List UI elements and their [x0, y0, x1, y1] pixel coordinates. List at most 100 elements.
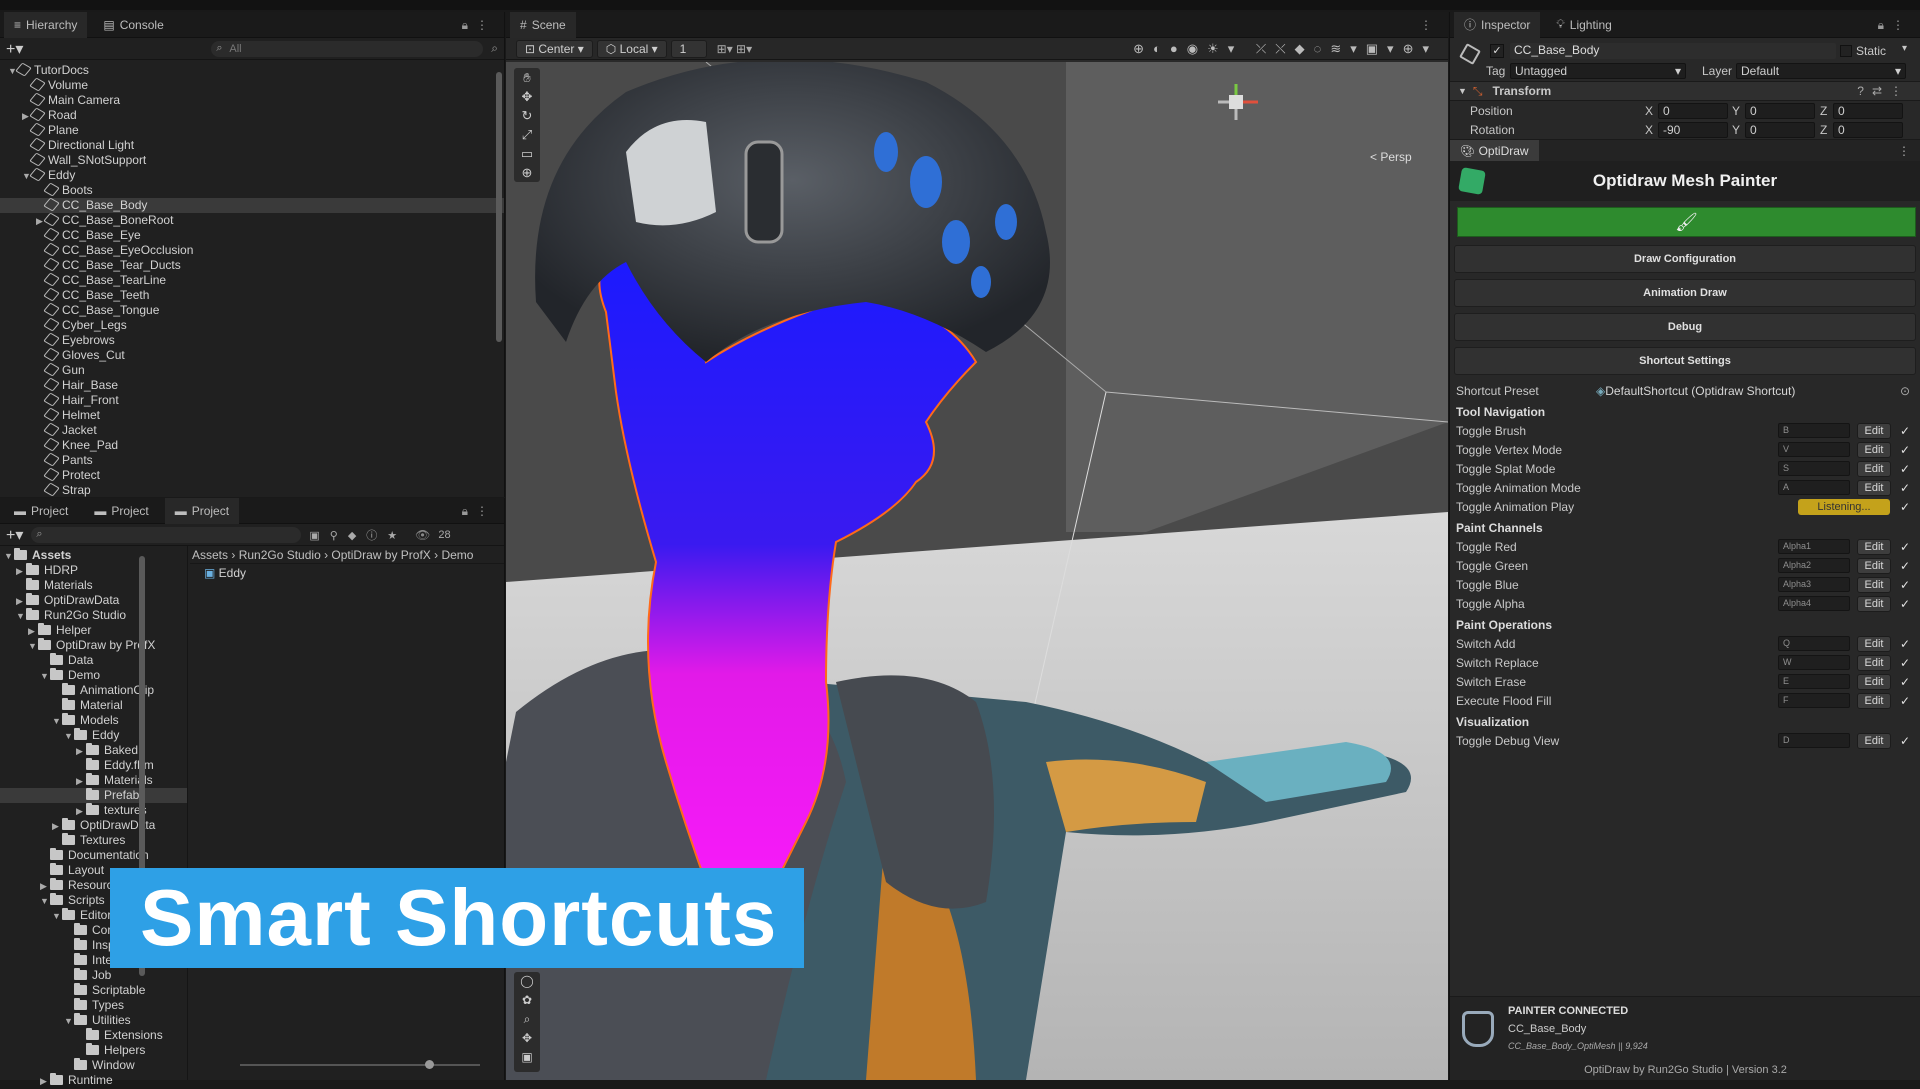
scale-tool-icon[interactable]: ⤢ [514, 125, 540, 144]
shortcut-settings-foldout[interactable]: Shortcut Settings [1454, 347, 1916, 375]
project-folder-item[interactable]: ▼ Models [0, 713, 187, 728]
enabled-check-icon[interactable]: ✓ [1900, 462, 1910, 476]
project-folder-item[interactable]: ▶ OptiDrawData [0, 593, 187, 608]
rotation-z-field[interactable]: 0 [1833, 121, 1903, 138]
hierarchy-item[interactable]: CC_Base_TearLine [0, 272, 504, 288]
project-folder-item[interactable]: ▶ Helper [0, 623, 187, 638]
tab-scene[interactable]: # Scene [510, 11, 576, 38]
hierarchy-item[interactable]: ▼ Eddy [0, 167, 504, 183]
pan-tool-icon[interactable]: ✥ [514, 1029, 540, 1048]
project-folder-item[interactable]: ▶ textures [0, 803, 187, 818]
tab-project-3[interactable]: ▬ Project [164, 497, 240, 524]
hierarchy-item[interactable]: ▼ TutorDocs [0, 62, 504, 78]
hierarchy-item[interactable]: Plane [0, 122, 504, 138]
hierarchy-item[interactable]: Eyebrows [0, 332, 504, 348]
scene-menu-icon[interactable]: ⋮ [1420, 18, 1440, 32]
hierarchy-item[interactable]: Hair_Base [0, 377, 504, 393]
collapsed-arrow-icon[interactable]: ▶ [16, 594, 26, 609]
project-folder-item[interactable]: Helpers [0, 1043, 187, 1058]
tab-inspector[interactable]: ⓘ Inspector [1454, 11, 1541, 38]
collapsed-arrow-icon[interactable]: ▶ [52, 819, 62, 834]
draw-configuration-foldout[interactable]: Draw Configuration [1454, 245, 1916, 273]
project-folder-item[interactable]: ▼ Run2Go Studio [0, 608, 187, 623]
object-name-field[interactable]: CC_Base_Body [1510, 43, 1836, 59]
project-folder-item[interactable]: AnimationClip [0, 683, 187, 698]
edit-shortcut-button[interactable]: Edit [1857, 479, 1891, 496]
expanded-arrow-icon[interactable]: ▼ [52, 714, 62, 729]
project-folder-item[interactable]: Scriptable [0, 983, 187, 998]
collapsed-arrow-icon[interactable]: ▶ [28, 624, 38, 639]
hierarchy-item[interactable]: Boots [0, 182, 504, 198]
hierarchy-item[interactable]: Strap [0, 482, 504, 498]
edit-shortcut-button[interactable]: Edit [1857, 441, 1891, 458]
projection-label[interactable]: < Persp [1370, 150, 1412, 164]
move-tool-icon[interactable]: ✥ [514, 87, 540, 106]
search-options-icon[interactable]: ⌕ [491, 41, 498, 56]
rect-tool-icon[interactable]: ▭ [514, 144, 540, 163]
project-folder-item[interactable]: Job [0, 968, 187, 983]
grid-snap-icon[interactable]: ⊞▾ ⊞▾ [717, 42, 753, 56]
expanded-arrow-icon[interactable]: ▼ [4, 549, 14, 564]
object-picker-icon[interactable]: ⊙ [1900, 384, 1910, 398]
enabled-check-icon[interactable]: ✓ [1900, 597, 1910, 611]
lock-menu-icons[interactable]: 🔒︎⋮ [462, 504, 496, 519]
project-folder-item[interactable]: ▼ Utilities [0, 1013, 187, 1028]
scene-view-options-icons[interactable]: ⊕◐●◉☀▾ ⤫⤬◆◌≋▾▣▾⊕▾ [1133, 41, 1438, 57]
project-folder-item[interactable]: ▼ Demo [0, 668, 187, 683]
hierarchy-item[interactable]: Hair_Front [0, 392, 504, 408]
brush-tool-icon[interactable]: ◯ [514, 972, 540, 991]
enabled-check-icon[interactable]: ✓ [1900, 694, 1910, 708]
project-folder-item[interactable]: ▶ Baked [0, 743, 187, 758]
active-checkbox[interactable]: ✓ [1490, 44, 1504, 58]
hierarchy-item[interactable]: CC_Base_EyeOcclusion [0, 242, 504, 258]
hand-tool-icon[interactable]: ✋︎ [514, 68, 540, 87]
project-folder-item[interactable]: ▶ OptiDrawData [0, 818, 187, 833]
hierarchy-item[interactable]: CC_Base_Eye [0, 227, 504, 243]
edit-shortcut-button[interactable]: Edit [1857, 692, 1891, 709]
position-y-field[interactable]: 0 [1745, 102, 1815, 119]
project-folder-item[interactable]: Eddy.fbm [0, 758, 187, 773]
animation-draw-foldout[interactable]: Animation Draw [1454, 279, 1916, 307]
expanded-arrow-icon[interactable]: ▼ [40, 669, 50, 684]
edit-shortcut-button[interactable]: Edit [1857, 538, 1891, 555]
add-icon[interactable]: +▾ [6, 525, 23, 545]
optidraw-component-tab[interactable]: 🎨︎ OptiDraw ⋮ [1450, 139, 1920, 162]
project-asset-item[interactable]: ▣ Eddy [204, 566, 504, 581]
edit-shortcut-button[interactable]: Edit [1857, 422, 1891, 439]
hierarchy-item[interactable]: ▶ Road [0, 107, 504, 123]
hierarchy-item[interactable]: Jacket [0, 422, 504, 438]
project-folder-item[interactable]: ▼ Eddy [0, 728, 187, 743]
enabled-check-icon[interactable]: ✓ [1900, 443, 1910, 457]
project-folder-item[interactable]: ▼ Assets [0, 548, 187, 563]
hierarchy-item[interactable]: Cyber_Legs [0, 317, 504, 333]
hierarchy-scrollbar[interactable] [496, 72, 502, 342]
debug-foldout[interactable]: Debug [1454, 313, 1916, 341]
camera-tool-icon[interactable]: ▣ [514, 1048, 540, 1067]
breadcrumb-item[interactable]: OptiDraw by ProfX [331, 548, 430, 562]
expanded-arrow-icon[interactable]: ▼ [64, 1014, 74, 1029]
breadcrumb-item[interactable]: Run2Go Studio [239, 548, 321, 562]
collapsed-arrow-icon[interactable]: ▶ [40, 1074, 50, 1089]
hierarchy-item[interactable]: Wall_SNotSupport [0, 152, 504, 168]
hierarchy-item[interactable]: Knee_Pad [0, 437, 504, 453]
tab-project-2[interactable]: ▬ Project [84, 498, 158, 524]
edit-shortcut-button[interactable]: Edit [1857, 576, 1891, 593]
expanded-arrow-icon[interactable]: ▼ [64, 729, 74, 744]
breadcrumb-item[interactable]: Assets [192, 548, 228, 562]
collapsed-arrow-icon[interactable]: ▶ [16, 564, 26, 579]
edit-shortcut-button[interactable]: Edit [1857, 557, 1891, 574]
project-folder-item[interactable]: ▶ HDRP [0, 563, 187, 578]
visibility-icon[interactable]: 👁︎ [415, 528, 430, 542]
collapsed-arrow-icon[interactable]: ▶ [76, 774, 86, 789]
tag-dropdown[interactable]: Untagged ▾ [1510, 63, 1686, 79]
add-icon[interactable]: +▾ [6, 39, 23, 59]
component-menu-icon[interactable]: ⋮ [1898, 144, 1910, 158]
transform-menu-icons[interactable]: ?⇄⋮ [1857, 84, 1910, 98]
enabled-check-icon[interactable]: ✓ [1900, 637, 1910, 651]
static-dropdown-icon[interactable]: ▾ [1902, 43, 1907, 54]
lock-menu-icons[interactable]: 🔒︎⋮ [462, 18, 496, 33]
collapsed-arrow-icon[interactable]: ▶ [40, 879, 50, 894]
hierarchy-item[interactable]: Gloves_Cut [0, 347, 504, 363]
position-x-field[interactable]: 0 [1658, 102, 1728, 119]
breadcrumb-item[interactable]: Demo [441, 548, 473, 562]
